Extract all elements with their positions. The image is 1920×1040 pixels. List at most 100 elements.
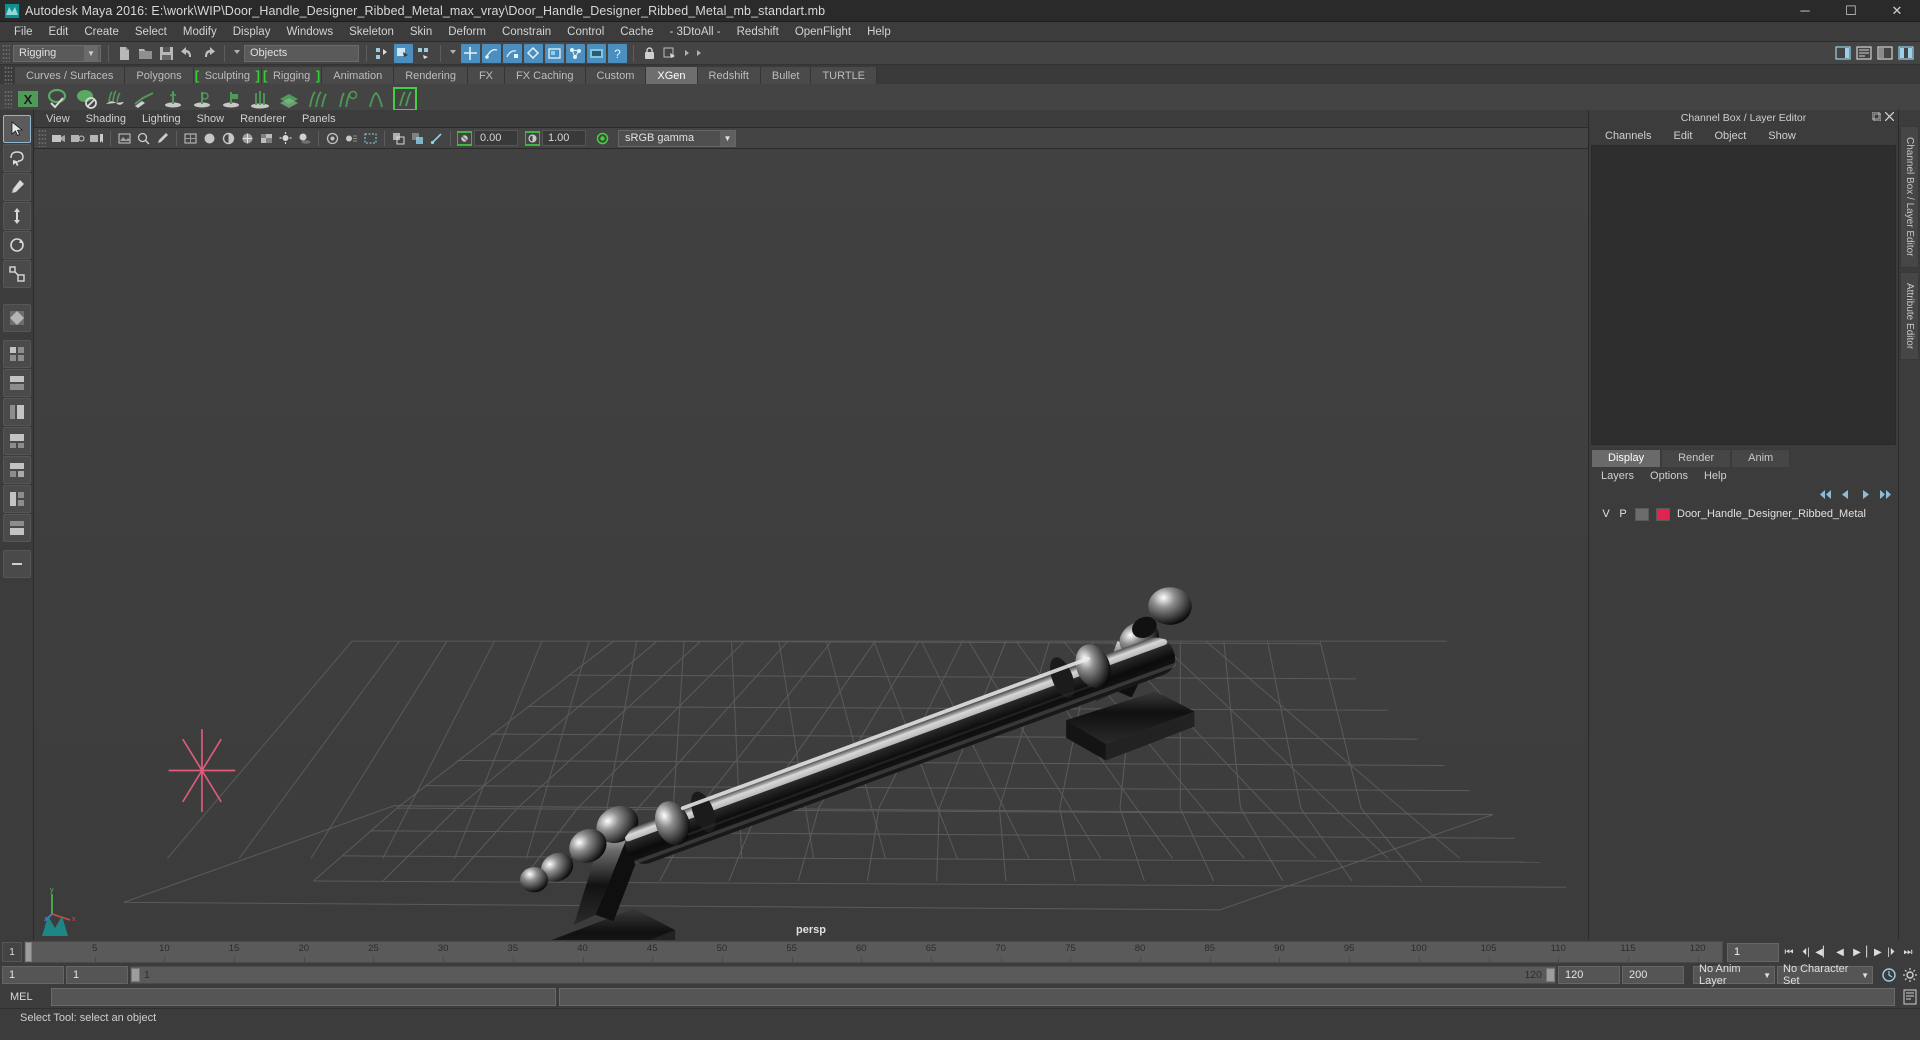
channel-box-content[interactable] (1591, 145, 1896, 445)
viewport-menu-panels[interactable]: Panels (294, 112, 344, 126)
new-scene-button[interactable] (115, 44, 134, 63)
menu-item-3dtoall[interactable]: - 3DtoAll - (662, 24, 729, 40)
range-slider-right-handle[interactable] (1546, 968, 1555, 982)
select-camera-icon[interactable] (50, 130, 67, 147)
menu-item-create[interactable]: Create (76, 24, 127, 40)
scale-tool-button[interactable] (3, 260, 31, 288)
play-forwards-button[interactable]: ▶ (1849, 943, 1865, 961)
shelf-icons-grip[interactable] (4, 90, 12, 108)
menu-item-windows[interactable]: Windows (278, 24, 341, 40)
input-line-toggle-button[interactable] (661, 44, 680, 63)
wireframe-on-shaded-icon[interactable] (239, 130, 256, 147)
channel-box-menu-show[interactable]: Show (1758, 128, 1806, 144)
xgen-density-brush-icon[interactable] (334, 86, 360, 112)
four-view-layout-button[interactable] (3, 369, 31, 397)
xgen-selected-tool-icon[interactable] (392, 86, 418, 112)
toggle-sidebar-icon[interactable] (1833, 44, 1852, 63)
shelf-tab-custom[interactable]: Custom (585, 67, 647, 84)
shadows-icon[interactable] (296, 130, 313, 147)
three-pane-layout-button[interactable] (3, 514, 31, 542)
range-slider[interactable]: 1 120 (130, 966, 1556, 984)
step-back-key-button[interactable]: ⏴| (1798, 943, 1814, 961)
toggle-channel-box-icon[interactable] (1875, 44, 1894, 63)
go-to-start-button[interactable]: ⏮ (1781, 943, 1797, 961)
channel-box-menu-object[interactable]: Object (1704, 128, 1756, 144)
exposure-field[interactable]: 0.00 (474, 130, 518, 146)
viewport-toolbar-grip[interactable] (38, 129, 46, 147)
shelf-grip[interactable] (4, 66, 12, 84)
menu-item-openflight[interactable]: OpenFlight (787, 24, 859, 40)
snap-to-point-button[interactable] (503, 43, 522, 63)
camera-attributes-icon[interactable] (69, 130, 86, 147)
last-tool-used-button[interactable] (3, 304, 31, 332)
selection-mask-arrow-icon[interactable] (234, 49, 240, 57)
layer-row[interactable]: V P Door_Handle_Designer_Ribbed_Metal (1591, 505, 1896, 523)
shelf-tab-xgen[interactable]: XGen (646, 67, 698, 84)
shelf-tab-bullet[interactable]: Bullet (760, 67, 812, 84)
shelf-tab-fx[interactable]: FX (467, 67, 506, 84)
color-space-dropdown[interactable]: sRGB gamma ▼ (618, 129, 736, 147)
maximize-button[interactable]: ☐ (1828, 0, 1874, 22)
play-backwards-button[interactable]: ◀ (1832, 943, 1848, 961)
shelf-tab-redshift[interactable]: Redshift (697, 67, 761, 84)
layer-shading-swatch[interactable] (1635, 507, 1649, 521)
wireframe-shading-icon[interactable] (182, 130, 199, 147)
xgen-create-description-icon[interactable] (44, 86, 70, 112)
viewport-menu-view[interactable]: View (38, 112, 78, 126)
shelf-tab-polygons[interactable]: Polygons (125, 67, 194, 84)
current-frame-field[interactable]: 1 (1727, 942, 1779, 962)
expand-arrow-icon[interactable] (685, 50, 689, 56)
exposure-icon[interactable] (456, 130, 473, 147)
step-forward-frame-button[interactable]: ▏▶ (1866, 943, 1882, 961)
image-plane-icon[interactable] (116, 130, 133, 147)
menu-item-display[interactable]: Display (225, 24, 279, 40)
layer-visibility-toggle[interactable]: V (1601, 508, 1611, 520)
xray-joints-icon[interactable] (428, 130, 445, 147)
menu-item-deform[interactable]: Deform (440, 24, 494, 40)
xgen-add-guide-icon[interactable] (160, 86, 186, 112)
go-to-end-button[interactable]: ⏭ (1900, 943, 1916, 961)
select-object-button[interactable] (394, 43, 413, 63)
range-slider-left-handle[interactable] (131, 968, 140, 982)
save-scene-button[interactable] (157, 44, 176, 63)
channel-box-menu-channels[interactable]: Channels (1595, 128, 1661, 144)
bookmarks-icon[interactable] (88, 130, 105, 147)
more-layouts-button[interactable] (3, 550, 31, 578)
shelf-tab-turtle[interactable]: TURTLE (811, 67, 878, 84)
anim-layer-dropdown[interactable]: No Anim Layer ▼ (1693, 963, 1775, 987)
layer-editor-tab-render[interactable]: Render (1661, 449, 1732, 467)
menu-item-constrain[interactable]: Constrain (494, 24, 559, 40)
shelf-tab-animation[interactable]: Animation (322, 67, 395, 84)
snap-to-projected-center-button[interactable] (524, 43, 543, 63)
xgen-lock-guide-icon[interactable] (218, 86, 244, 112)
persp-outliner-layout-button[interactable] (3, 398, 31, 426)
layer-playback-toggle[interactable]: P (1618, 508, 1628, 520)
open-scene-button[interactable] (136, 44, 155, 63)
command-line-input[interactable] (51, 988, 556, 1006)
gamma-field[interactable]: 1.00 (542, 130, 586, 146)
menu-item-file[interactable]: File (6, 24, 41, 40)
shelf-tab-rendering[interactable]: Rendering (394, 67, 468, 84)
menu-item-modify[interactable]: Modify (175, 24, 225, 40)
layer-menu-options[interactable]: Options (1642, 469, 1696, 483)
color-management-icon[interactable] (594, 130, 611, 147)
minimize-button[interactable]: ─ (1782, 0, 1828, 22)
selection-mask-dropdown[interactable]: Objects (244, 44, 359, 62)
render-view-button[interactable] (587, 43, 606, 63)
anim-end-time-field[interactable]: 200 (1622, 966, 1684, 984)
smooth-shade-selected-icon[interactable] (220, 130, 237, 147)
paint-select-tool-button[interactable] (3, 173, 31, 201)
isolate-select-icon[interactable] (390, 130, 407, 147)
edge-tab-attribute-editor[interactable]: Attribute Editor (1900, 271, 1919, 360)
playback-start-time-field[interactable]: 1 (66, 966, 128, 984)
layer-list[interactable]: V P Door_Handle_Designer_Ribbed_Metal (1591, 503, 1896, 938)
two-d-pan-zoom-icon[interactable] (135, 130, 152, 147)
layer-editor-tab-anim[interactable]: Anim (1731, 449, 1791, 467)
edge-tab-channel-box-layer-editor[interactable]: Channel Box / Layer Editor (1900, 126, 1919, 268)
make-live-button[interactable] (566, 43, 585, 63)
shelf-tab-sculpting[interactable]: [Sculpting] (193, 67, 262, 84)
select-hierarchy-button[interactable] (373, 44, 392, 63)
menu-item-skeleton[interactable]: Skeleton (341, 24, 402, 40)
3d-viewport[interactable]: persp y x z (34, 149, 1588, 940)
layer-color-swatch[interactable] (1656, 507, 1670, 521)
